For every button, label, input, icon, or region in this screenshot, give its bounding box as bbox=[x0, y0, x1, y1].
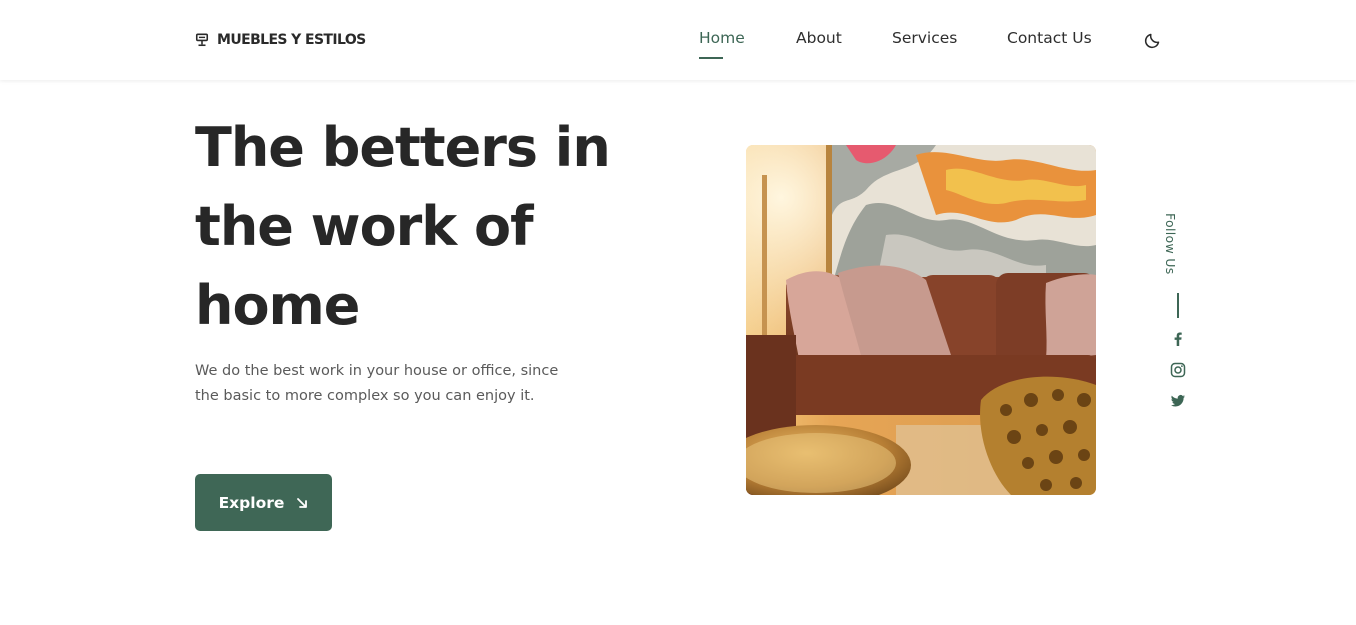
instagram-icon[interactable] bbox=[1170, 362, 1186, 378]
social-links: Follow Us bbox=[1163, 205, 1192, 415]
follow-us-label: Follow Us bbox=[1163, 213, 1178, 275]
sofa-icon bbox=[195, 33, 209, 47]
brand-logo[interactable]: MUEBLES Y ESTILOS bbox=[195, 30, 366, 50]
nav-about[interactable]: About bbox=[796, 29, 842, 47]
social-divider bbox=[1177, 293, 1179, 318]
nav-contact-us[interactable]: Contact Us bbox=[1007, 29, 1092, 47]
nav-services[interactable]: Services bbox=[892, 29, 957, 47]
brand-name: MUEBLES Y ESTILOS bbox=[217, 32, 366, 48]
arrow-down-right-icon bbox=[297, 497, 308, 508]
moon-icon[interactable] bbox=[1143, 30, 1163, 50]
twitter-icon[interactable] bbox=[1170, 393, 1186, 409]
explore-button[interactable]: Explore bbox=[195, 474, 332, 531]
hero-image bbox=[746, 145, 1096, 495]
site-header: MUEBLES Y ESTILOS Home About Services Co… bbox=[0, 0, 1356, 80]
hero-title: The betters in the work of home bbox=[195, 116, 611, 337]
explore-button-label: Explore bbox=[218, 493, 285, 512]
nav-home[interactable]: Home bbox=[699, 29, 745, 59]
hero-description: We do the best work in your house or off… bbox=[195, 363, 559, 404]
facebook-icon[interactable] bbox=[1170, 331, 1186, 347]
living-room-photo bbox=[746, 145, 1096, 495]
